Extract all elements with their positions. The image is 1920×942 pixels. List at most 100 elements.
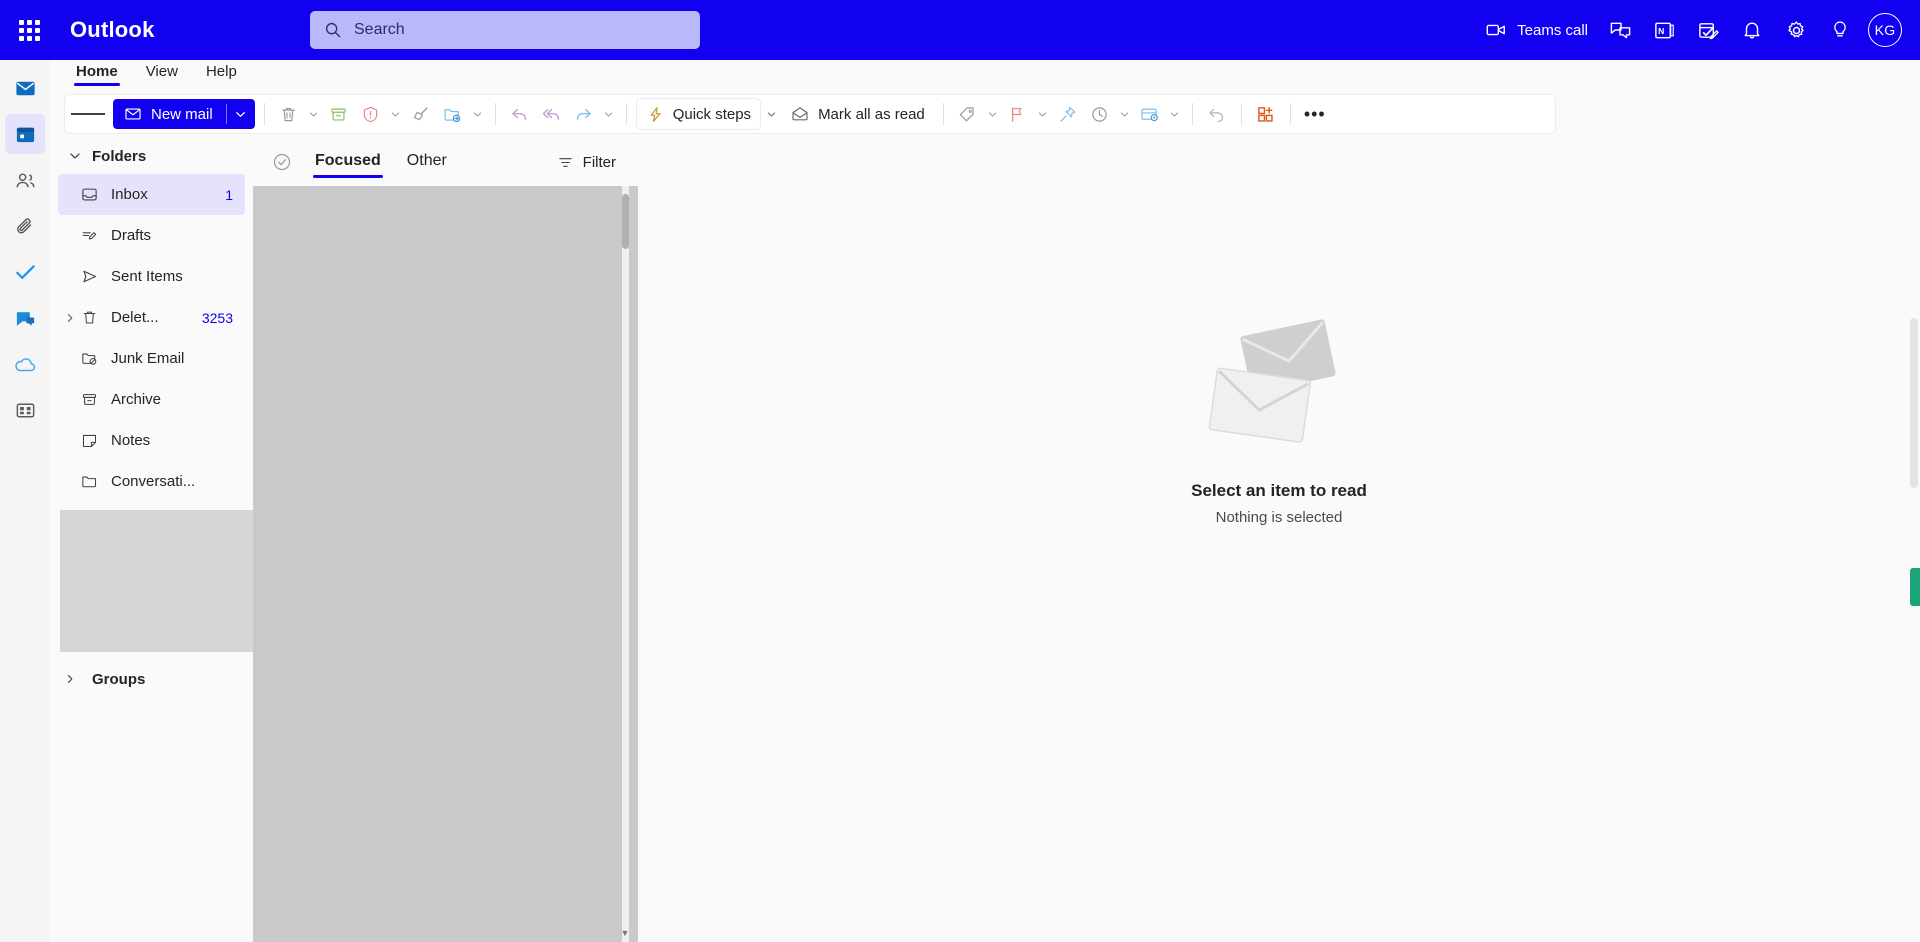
sweep-button[interactable] (406, 99, 436, 129)
archive-icon (331, 107, 346, 121)
reply-button[interactable] (505, 99, 535, 129)
pin-button[interactable] (1053, 99, 1083, 129)
sidebar-item-deleted-items[interactable]: Delet... 3253 (58, 297, 245, 338)
toggle-folder-pane-button[interactable] (71, 99, 105, 129)
groups-group-header[interactable]: Groups (50, 661, 253, 697)
delete-dropdown-button[interactable] (306, 109, 322, 120)
more-options-button[interactable]: ••• (1300, 99, 1330, 129)
toolbar-divider-3 (625, 103, 627, 125)
rail-item-todo[interactable] (5, 252, 45, 292)
add-apps-button[interactable] (1251, 99, 1281, 129)
quick-steps-dropdown-button[interactable] (763, 109, 779, 120)
chevron-down-icon (989, 111, 997, 117)
tab-view[interactable]: View (132, 60, 192, 86)
list-scroll-down-arrow[interactable]: ▼ (619, 928, 631, 938)
onenote-icon: N (1654, 22, 1674, 38)
tab-focused[interactable]: Focused (309, 147, 387, 178)
categorize-button[interactable] (953, 99, 983, 129)
undo-button[interactable] (1202, 99, 1232, 129)
rail-item-calendar[interactable] (5, 114, 45, 154)
sidebar-item-label: Delet... (111, 309, 159, 326)
flag-dropdown-button[interactable] (1035, 109, 1051, 120)
teams-call-button[interactable]: Teams call (1475, 8, 1598, 52)
avatar[interactable]: KG (1868, 13, 1902, 47)
folder-icon (82, 476, 97, 488)
chevron-down-icon (310, 111, 318, 117)
quick-steps-button[interactable]: Quick steps (635, 98, 762, 130)
move-to-button[interactable] (438, 99, 468, 129)
sidebar-item-conversation-history[interactable]: Conversati... (58, 461, 245, 502)
inbox-icon (82, 188, 97, 201)
reply-all-button[interactable] (537, 99, 567, 129)
toolbar-divider-4 (942, 103, 944, 125)
settings-button[interactable] (1774, 8, 1818, 52)
app-brand-outlook[interactable]: Outlook (70, 17, 155, 43)
filter-button[interactable]: Filter (549, 149, 624, 176)
pin-icon (1060, 106, 1076, 122)
tab-help[interactable]: Help (192, 60, 251, 86)
sidebar-item-sent-items[interactable]: Sent Items (58, 256, 245, 297)
chat-button[interactable] (1598, 8, 1642, 52)
todo-button[interactable] (1686, 8, 1730, 52)
rules-dropdown-button[interactable] (1167, 109, 1183, 120)
onenote-button[interactable]: N (1642, 8, 1686, 52)
rules-button[interactable] (1135, 99, 1165, 129)
sidebar-item-junk-email[interactable]: Junk Email (58, 338, 245, 379)
sent-icon (83, 270, 97, 283)
snooze-button[interactable] (1085, 99, 1115, 129)
page-scrollbar-thumb[interactable] (1910, 318, 1918, 488)
sidebar-item-inbox[interactable]: Inbox 1 (58, 174, 245, 215)
empty-mail-illustration-icon (1208, 319, 1336, 443)
rail-item-mail[interactable] (5, 68, 45, 108)
categorize-dropdown-button[interactable] (985, 109, 1001, 120)
report-junk-button[interactable] (356, 99, 386, 129)
toolbar-divider-7 (1289, 103, 1291, 125)
rail-item-yammer[interactable] (5, 298, 45, 338)
new-mail-main[interactable]: New mail (113, 99, 226, 129)
folders-group-header[interactable]: Folders (50, 138, 253, 174)
report-dropdown-button[interactable] (388, 109, 404, 120)
new-mail-button[interactable]: New mail (113, 99, 255, 129)
app-launcher-button[interactable] (6, 7, 52, 53)
message-list-scrollbar[interactable] (622, 186, 629, 942)
snooze-dropdown-button[interactable] (1117, 109, 1133, 120)
groups-label: Groups (92, 670, 146, 688)
rail-item-onedrive[interactable] (5, 344, 45, 384)
yammer-icon (16, 311, 34, 326)
todo-icon (1698, 22, 1719, 39)
header-actions: Teams call N KG (1475, 0, 1912, 60)
delete-button[interactable] (274, 99, 304, 129)
sidebar-item-notes[interactable]: Notes (58, 420, 245, 461)
sidebar-item-drafts[interactable]: Drafts (58, 215, 245, 256)
toolbar-divider (263, 103, 265, 125)
sidebar-item-archive[interactable]: Archive (58, 379, 245, 420)
tab-home[interactable]: Home (62, 60, 132, 86)
rail-item-apps[interactable] (5, 390, 45, 430)
check-icon (15, 264, 35, 279)
archive-button[interactable] (324, 99, 354, 129)
toolbar-divider-6 (1240, 103, 1242, 125)
forward-dropdown-button[interactable] (601, 109, 617, 120)
groups-section: Groups (50, 661, 253, 697)
flag-button[interactable] (1003, 99, 1033, 129)
folder-pane: Folders Inbox 1 Drafts Sent Items Delet.… (50, 138, 253, 942)
new-mail-dropdown-button[interactable] (227, 99, 255, 129)
chevron-down-icon (767, 111, 775, 117)
expand-deleted-items-button[interactable] (63, 312, 77, 324)
overflow-dots-icon: ••• (1303, 103, 1326, 124)
message-list-scrollbar-thumb[interactable] (622, 194, 629, 249)
feedback-tab[interactable] (1910, 568, 1920, 606)
tag-icon (959, 106, 974, 121)
rail-item-people[interactable] (5, 160, 45, 200)
tips-button[interactable] (1818, 8, 1862, 52)
mark-all-as-read-button[interactable]: Mark all as read (781, 99, 934, 129)
rail-item-files[interactable] (5, 206, 45, 246)
move-to-dropdown-button[interactable] (470, 109, 486, 120)
chevron-down-icon (70, 153, 80, 159)
select-all-button[interactable] (269, 149, 295, 175)
tab-other[interactable]: Other (401, 147, 453, 178)
notifications-button[interactable] (1730, 8, 1774, 52)
search-input[interactable]: Search (310, 11, 700, 49)
forward-button[interactable] (569, 99, 599, 129)
chevron-down-icon (474, 111, 482, 117)
